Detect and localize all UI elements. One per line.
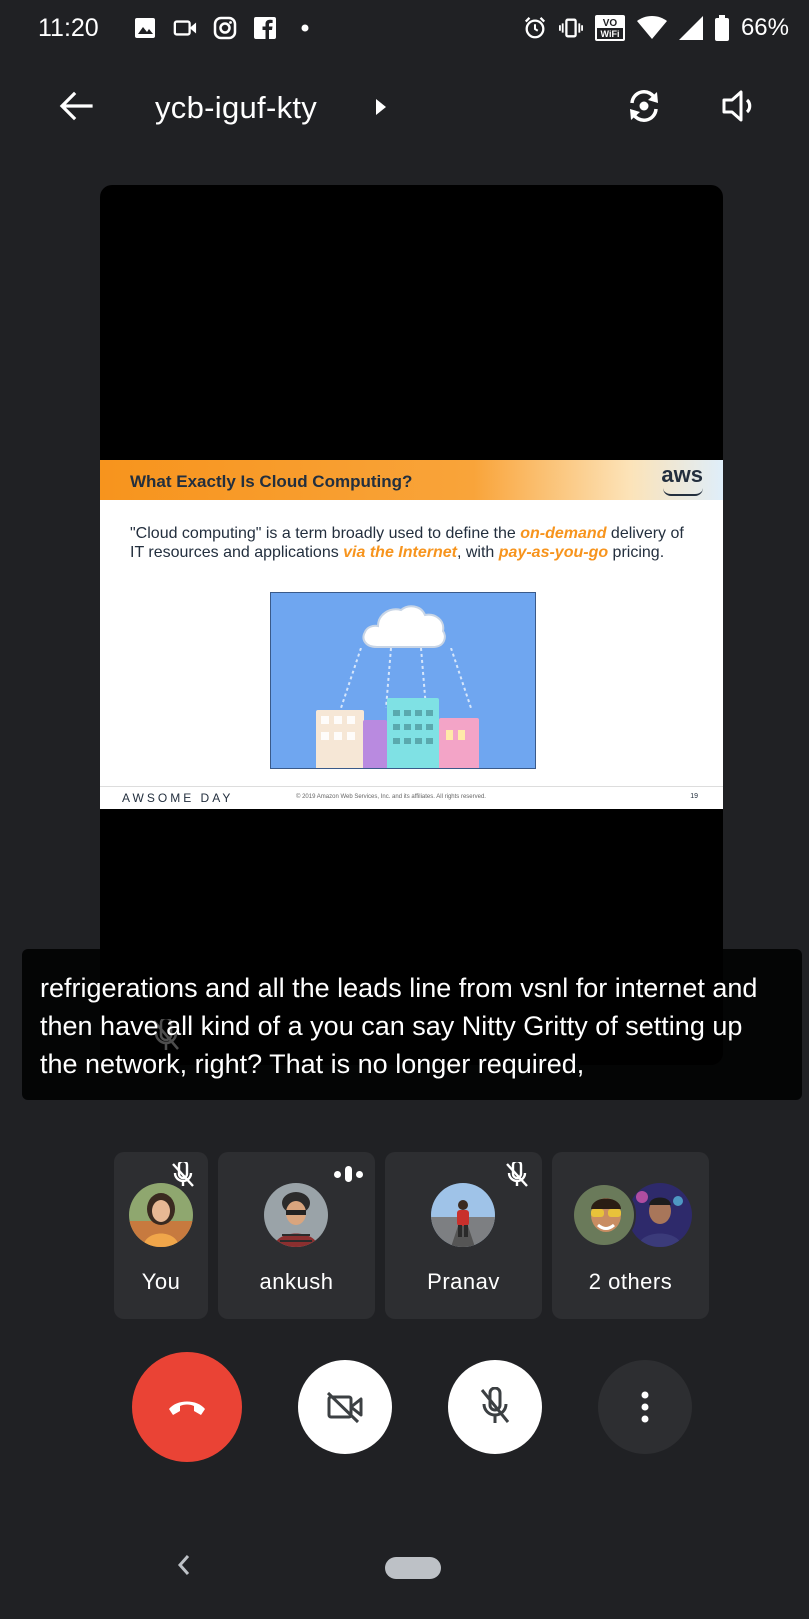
switch-camera-button[interactable] bbox=[622, 84, 666, 128]
cloud-icon bbox=[362, 605, 446, 648]
participant-name: You bbox=[141, 1269, 181, 1294]
camera-toggle-button[interactable] bbox=[298, 1360, 392, 1454]
more-options-button[interactable] bbox=[598, 1360, 692, 1454]
presentation-slide: What Exactly Is Cloud Computing? aws "Cl… bbox=[100, 460, 723, 809]
meet-video-icon bbox=[173, 16, 197, 40]
status-time: 11:20 bbox=[38, 14, 99, 42]
notification-icons bbox=[133, 16, 317, 40]
alarm-icon bbox=[523, 16, 547, 40]
nav-home-button[interactable] bbox=[385, 1557, 441, 1579]
gallery-icon bbox=[133, 16, 157, 40]
slide-footer: AWSOME DAY © 2019 Amazon Web Services, I… bbox=[100, 786, 723, 809]
system-icons: VO WiFi 66% bbox=[523, 14, 789, 42]
participant-tile-pranav[interactable]: Pranav bbox=[385, 1152, 542, 1319]
end-call-button[interactable] bbox=[132, 1352, 242, 1462]
participant-tile-you[interactable]: You bbox=[114, 1152, 208, 1319]
vibrate-icon bbox=[558, 16, 583, 40]
dot-icon bbox=[293, 16, 317, 40]
signal-icon bbox=[678, 16, 703, 40]
slide-footer-copyright: © 2019 Amazon Web Services, Inc. and its… bbox=[296, 794, 486, 800]
avatar bbox=[572, 1183, 636, 1247]
status-bar: 11:20 VO WiFi 66% bbox=[0, 0, 809, 60]
vowifi-icon: VO WiFi bbox=[594, 15, 625, 41]
participant-name: 2 others bbox=[588, 1269, 673, 1294]
speaker-icon bbox=[722, 90, 752, 122]
slide-header: What Exactly Is Cloud Computing? aws bbox=[100, 460, 723, 500]
participant-strip: You ankush Pranav 2 others bbox=[114, 1152, 709, 1319]
live-captions: refrigerations and all the leads line fr… bbox=[22, 949, 802, 1100]
more-vert-icon bbox=[641, 1391, 649, 1423]
main-video-tile[interactable]: What Exactly Is Cloud Computing? aws "Cl… bbox=[100, 185, 723, 1065]
svg-text:WiFi: WiFi bbox=[600, 29, 619, 39]
mic-off-icon bbox=[506, 1162, 528, 1187]
building-windows-icon bbox=[321, 710, 465, 744]
svg-text:VO: VO bbox=[603, 18, 618, 29]
nav-back-button[interactable] bbox=[172, 1550, 196, 1580]
slide-footer-brand: AWSOME DAY bbox=[122, 791, 234, 805]
back-button[interactable] bbox=[56, 86, 96, 126]
avatar bbox=[431, 1183, 495, 1247]
mic-toggle-button[interactable] bbox=[448, 1360, 542, 1454]
slide-page-number: 19 bbox=[690, 793, 698, 800]
participant-name: ankush bbox=[259, 1269, 334, 1294]
mic-off-icon bbox=[480, 1387, 510, 1423]
meeting-header: ycb-iguf-kty bbox=[0, 80, 809, 136]
caret-right-icon[interactable] bbox=[375, 97, 387, 122]
aws-logo: aws bbox=[661, 462, 703, 487]
instagram-icon bbox=[213, 16, 237, 40]
hang-up-icon bbox=[169, 1401, 205, 1415]
facebook-icon bbox=[253, 16, 277, 40]
battery-percent: 66% bbox=[740, 14, 789, 41]
chevron-left-icon bbox=[177, 1555, 190, 1575]
arrow-back-icon bbox=[59, 91, 93, 121]
mic-off-icon bbox=[172, 1162, 194, 1187]
wifi-icon bbox=[636, 16, 667, 40]
aws-smile-icon bbox=[663, 488, 703, 496]
switch-camera-icon bbox=[630, 90, 658, 122]
camera-off-icon bbox=[326, 1391, 363, 1424]
cloud-illustration bbox=[270, 592, 536, 769]
avatar bbox=[264, 1183, 328, 1247]
call-controls bbox=[130, 1350, 700, 1462]
avatar bbox=[628, 1183, 692, 1247]
slide-body-text: "Cloud computing" is a term broadly used… bbox=[130, 525, 684, 561]
battery-icon bbox=[714, 15, 729, 41]
avatar bbox=[129, 1183, 193, 1247]
system-nav-bar bbox=[0, 1540, 809, 1600]
participant-tile-others[interactable]: 2 others bbox=[552, 1152, 709, 1319]
speaking-indicator-icon bbox=[334, 1166, 363, 1182]
speaker-button[interactable] bbox=[718, 84, 762, 128]
caption-text: refrigerations and all the leads line fr… bbox=[40, 973, 758, 1079]
participant-name: Pranav bbox=[427, 1269, 500, 1294]
participant-tile-ankush[interactable]: ankush bbox=[218, 1152, 375, 1319]
meeting-code[interactable]: ycb-iguf-kty bbox=[155, 90, 317, 126]
slide-title: What Exactly Is Cloud Computing? bbox=[130, 472, 413, 491]
